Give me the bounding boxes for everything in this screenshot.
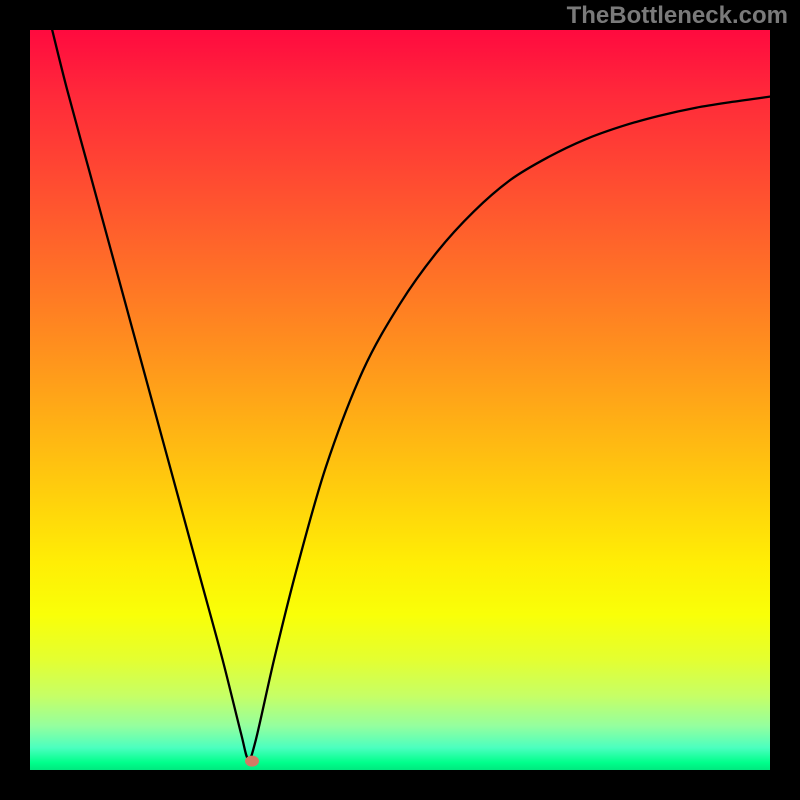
bottleneck-curve — [52, 30, 770, 759]
optimal-point-marker — [245, 756, 259, 767]
plot-area — [30, 30, 770, 770]
watermark-text: TheBottleneck.com — [567, 2, 788, 30]
chart-container: TheBottleneck.com — [0, 0, 800, 800]
chart-svg — [30, 30, 770, 770]
